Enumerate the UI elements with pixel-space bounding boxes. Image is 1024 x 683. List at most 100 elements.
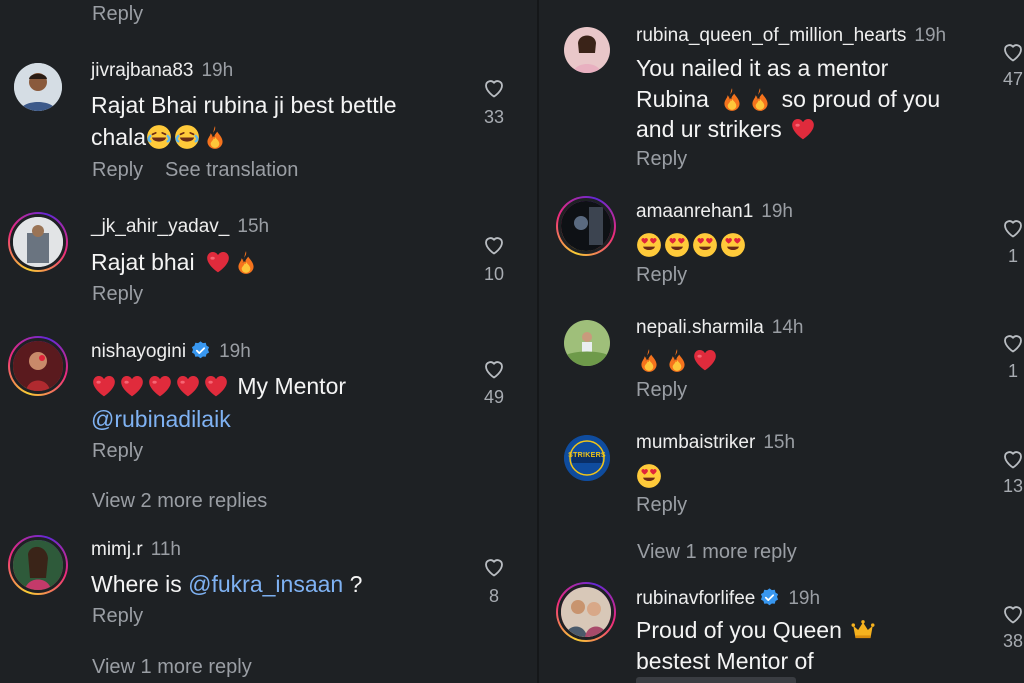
username[interactable]: _jk_ahir_yadav_ — [91, 216, 229, 237]
avatar-image — [13, 540, 63, 590]
fire-emoji — [664, 347, 690, 373]
comment-header: _jk_ahir_yadav_ 15h — [91, 216, 269, 238]
like-count: 8 — [488, 586, 499, 606]
verified-badge-icon — [759, 587, 780, 608]
heart-eyes-emoji — [692, 232, 718, 258]
comment-text-line: Rajat bhai — [91, 246, 261, 278]
heart-outline-icon[interactable] — [1001, 602, 1024, 626]
view-more-replies-button[interactable]: View 1 more reply — [92, 656, 252, 679]
comment-header: nepali.sharmila 14h — [636, 317, 804, 339]
red-heart-emoji — [147, 373, 173, 399]
timestamp: 19h — [914, 25, 947, 46]
heart-outline-icon[interactable] — [1001, 447, 1024, 471]
mention-link[interactable]: @rubinadilaik — [91, 403, 231, 435]
reply-button[interactable]: Reply — [92, 605, 143, 628]
red-heart-emoji — [119, 373, 145, 399]
like-count: 47 — [1002, 69, 1024, 89]
comment-text-line: Proud of you Queen — [636, 614, 878, 646]
comment-text: Rubina — [636, 86, 709, 112]
username[interactable]: amaanrehan1 — [636, 201, 753, 222]
avatar[interactable] — [14, 63, 62, 111]
fire-emoji — [719, 86, 745, 112]
comment-text: Where is — [91, 571, 189, 597]
comment-emoji-line — [636, 460, 664, 492]
comment-text-line: Where is @fukra_insaan ? — [91, 568, 362, 600]
heart-outline-icon[interactable] — [482, 76, 506, 100]
username[interactable]: nepali.sharmila — [636, 317, 764, 338]
like-count: 10 — [483, 264, 505, 284]
heart-outline-icon[interactable] — [482, 233, 506, 257]
avatar[interactable] — [564, 320, 610, 366]
avatar[interactable] — [8, 212, 68, 272]
avatar-photo — [558, 584, 614, 640]
comment-text: You nailed it as a mentor — [636, 55, 889, 81]
red-heart-emoji — [91, 373, 117, 399]
view-more-replies-button[interactable]: View 2 more replies — [92, 490, 267, 513]
heart-outline-icon[interactable] — [1001, 331, 1024, 355]
avatar[interactable] — [8, 336, 68, 396]
comment-text: and ur strikers — [636, 116, 782, 142]
comment-text: so proud of you — [781, 86, 941, 112]
comment-text-line: and ur strikers — [636, 113, 818, 145]
comment-text: My Mentor — [237, 373, 347, 399]
reply-button[interactable]: Reply — [636, 494, 687, 517]
like-count: 1 — [1007, 246, 1018, 266]
comment-emoji-line — [636, 229, 748, 261]
see-translation-button[interactable]: See translation — [165, 159, 298, 182]
reply-button[interactable]: Reply — [92, 3, 143, 26]
timestamp: 15h — [763, 432, 796, 453]
username[interactable]: mumbaistriker — [636, 432, 755, 453]
username[interactable]: rubina_queen_of_million_hearts — [636, 25, 906, 46]
comment-text-cutoff — [636, 677, 836, 683]
red-heart-emoji — [205, 249, 231, 275]
heart-eyes-emoji — [636, 463, 662, 489]
heart-eyes-emoji — [664, 232, 690, 258]
reply-button[interactable]: Reply — [92, 440, 143, 463]
username[interactable]: rubinavforlifee — [636, 588, 755, 609]
reply-button[interactable]: Reply — [636, 379, 687, 402]
comment-text: Rajat bhai — [91, 249, 195, 275]
avatar-image — [564, 27, 610, 73]
comment-text: Proud of you Queen — [636, 617, 842, 643]
timestamp: 19h — [201, 60, 234, 81]
avatar[interactable]: STRIKERS — [564, 435, 610, 481]
username[interactable]: jivrajbana83 — [91, 60, 193, 81]
comment-text-line: Rubina so proud of you — [636, 83, 940, 115]
reply-button[interactable]: Reply — [636, 148, 687, 171]
avatar[interactable] — [564, 27, 610, 73]
avatar[interactable] — [556, 582, 616, 642]
comment-text: ? — [343, 571, 363, 597]
username[interactable]: mimj.r — [91, 539, 143, 560]
comment-header: rubina_queen_of_million_hearts 19h — [636, 25, 946, 47]
reply-button[interactable]: Reply — [92, 283, 143, 306]
laughing-crying-emoji — [146, 124, 172, 150]
like-count: 1 — [1007, 361, 1018, 381]
reply-button[interactable]: Reply — [636, 264, 687, 287]
avatar-image — [564, 320, 610, 366]
avatar[interactable] — [8, 535, 68, 595]
avatar-image — [13, 217, 63, 267]
comment-header: amaanrehan1 19h — [636, 201, 793, 223]
avatar[interactable] — [556, 196, 616, 256]
heart-outline-icon[interactable] — [1001, 40, 1024, 64]
fire-emoji — [233, 249, 259, 275]
red-heart-emoji — [692, 347, 718, 373]
comment-header: mimj.r 11h — [91, 539, 181, 561]
timestamp: 15h — [237, 216, 270, 237]
view-more-replies-button[interactable]: View 1 more reply — [637, 541, 797, 564]
username[interactable]: nishayogini — [91, 341, 186, 362]
heart-outline-icon[interactable] — [482, 555, 506, 579]
like-count: 38 — [1002, 631, 1024, 651]
heart-outline-icon[interactable] — [482, 357, 506, 381]
reply-button[interactable]: Reply — [92, 159, 143, 182]
avatar-photo — [10, 537, 66, 593]
comment-header: mumbaistriker 15h — [636, 432, 795, 454]
comment-text-line: My Mentor — [91, 370, 346, 402]
mention-link[interactable]: @fukra_insaan — [188, 571, 343, 597]
fire-emoji — [747, 86, 773, 112]
avatar-photo — [558, 198, 614, 254]
left-comments-column: Reply jivrajbana83 19h Rajat Bhai rubina … — [0, 0, 538, 683]
heart-outline-icon[interactable] — [1001, 216, 1024, 240]
like-count: 49 — [483, 387, 505, 407]
heart-eyes-emoji — [720, 232, 746, 258]
